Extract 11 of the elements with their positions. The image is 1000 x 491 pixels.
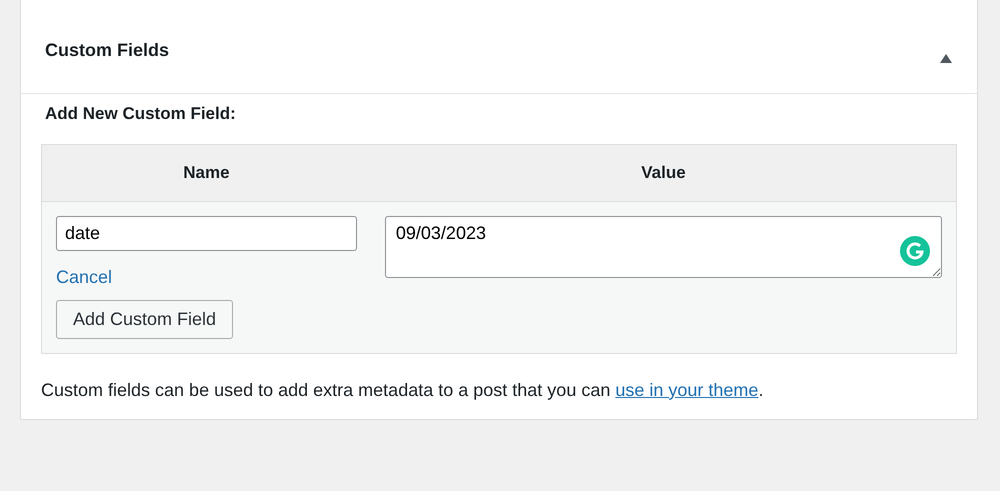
panel-title: Custom Fields [45, 40, 170, 61]
section-heading: Add New Custom Field: [45, 104, 237, 124]
add-custom-field-button[interactable]: Add Custom Field [56, 300, 234, 339]
help-text: Custom fields can be used to add extra metadata to a post that you can use in your theme. [41, 380, 764, 401]
name-input[interactable]: date [56, 216, 357, 251]
column-header: Name [42, 144, 371, 202]
collapse-arrow-icon[interactable] [939, 52, 953, 64]
value-textarea[interactable]: 09/03/2023 [384, 216, 942, 278]
column-header: Value [370, 144, 956, 202]
cancel-link[interactable]: Cancel [56, 267, 112, 288]
theme-link[interactable]: use in your theme [615, 380, 758, 400]
